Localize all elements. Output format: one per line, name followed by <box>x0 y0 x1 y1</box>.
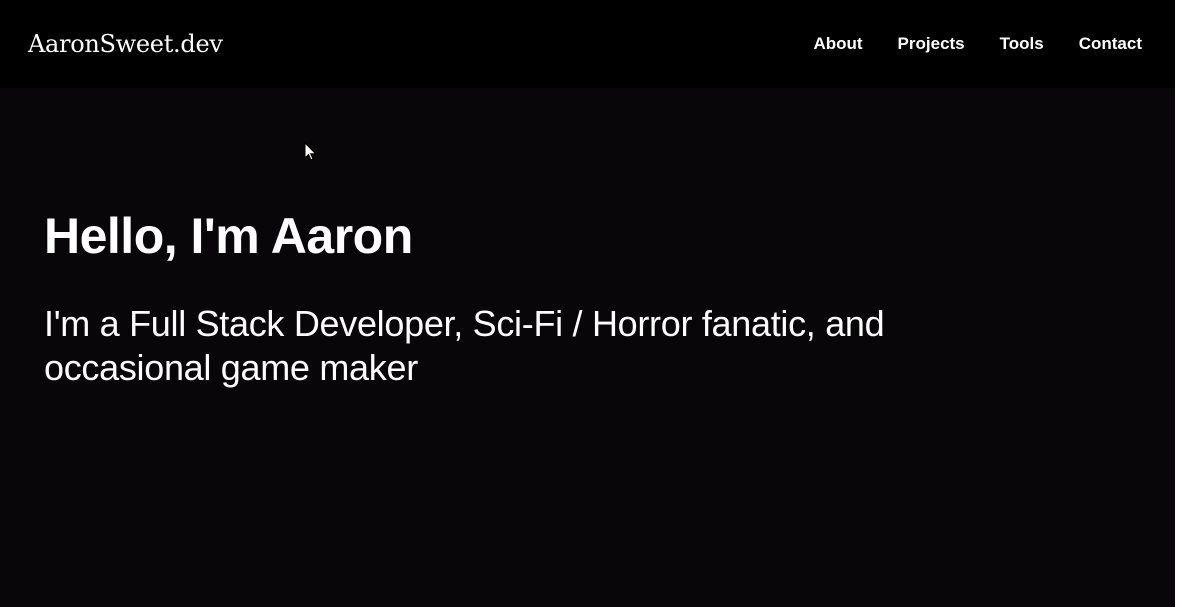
nav-links: About Projects Tools Contact <box>813 33 1142 55</box>
hero-section: Hello, I'm Aaron I'm a Full Stack Develo… <box>44 204 1044 390</box>
navbar: AaronSweet.dev About Projects Tools Cont… <box>0 0 1175 88</box>
hero-subtitle: I'm a Full Stack Developer, Sci-Fi / Hor… <box>44 303 885 388</box>
nav-link-projects[interactable]: Projects <box>898 33 965 55</box>
mouse-pointer-icon <box>304 142 317 161</box>
nav-link-contact[interactable]: Contact <box>1079 33 1142 55</box>
brand-logo-link[interactable]: AaronSweet.dev <box>28 28 223 60</box>
hero-title: Hello, I'm Aaron <box>44 208 413 264</box>
nav-link-about[interactable]: About <box>813 33 862 55</box>
page: AaronSweet.dev About Projects Tools Cont… <box>0 0 1175 607</box>
nav-link-tools[interactable]: Tools <box>1000 33 1044 55</box>
